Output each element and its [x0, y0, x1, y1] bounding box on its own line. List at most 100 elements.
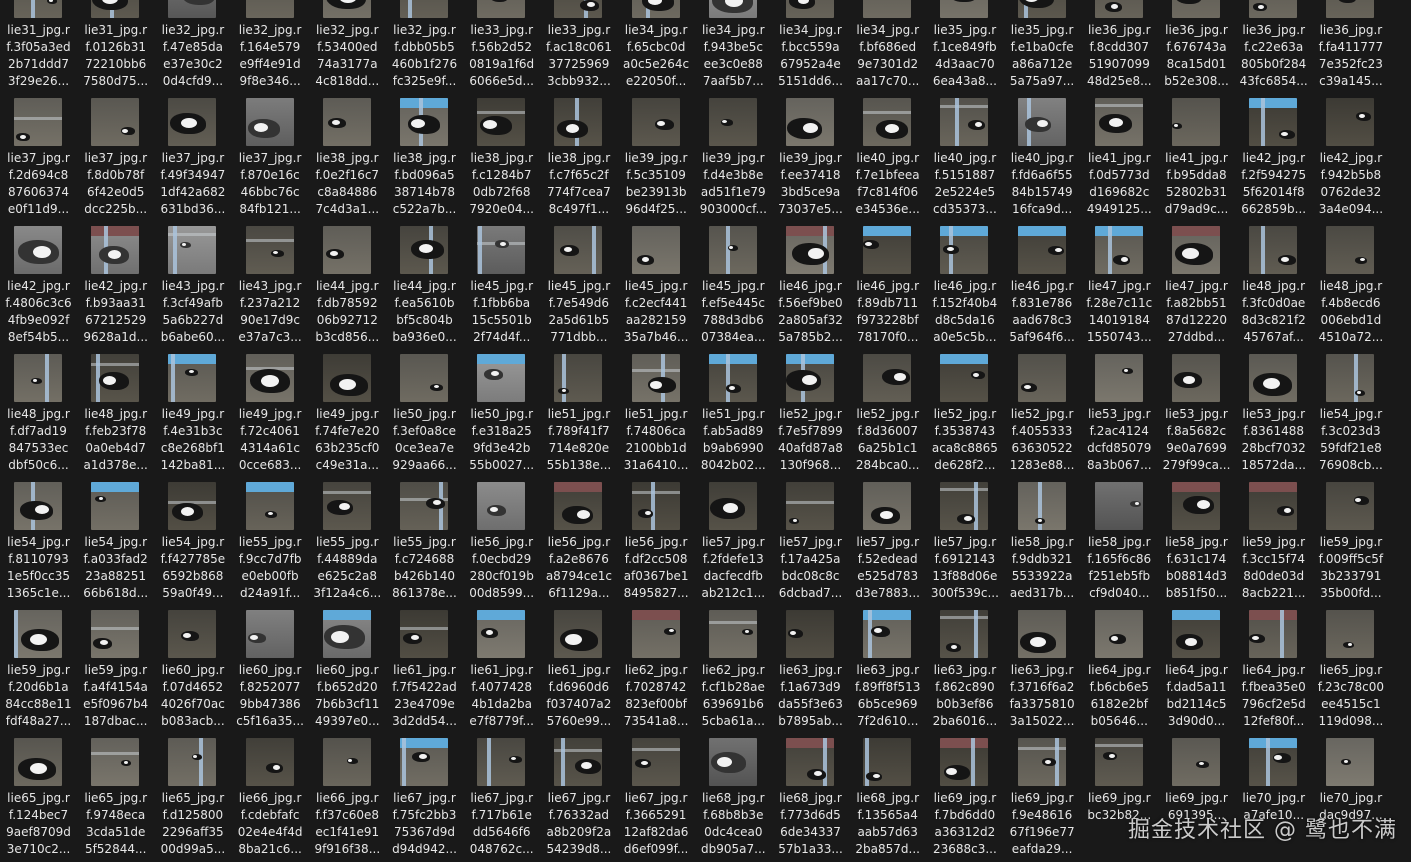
file-item[interactable]: lie39_jpg.r f.d4e3b8e ad51f1e79 903000cf...	[695, 90, 772, 218]
file-item[interactable]: lie60_jpg.r f.8252077 9bb47386 c5f16a35...	[232, 602, 309, 730]
file-item[interactable]: lie65_jpg.r f.124bec7 9aef8709d 3e710c2...	[0, 730, 77, 858]
file-item[interactable]: lie37_jpg.r f.2d694c8 87606374 e0f11d9...	[0, 90, 77, 218]
file-item[interactable]: lie57_jpg.r f.52edead e525d783 d3e7883...	[849, 474, 926, 602]
file-item[interactable]: lie52_jpg.r f.3538743 aca8c8865 de628f2...	[926, 346, 1003, 474]
file-item[interactable]: lie39_jpg.r f.ee37418 3bd5ce9a 73037e5...	[772, 90, 849, 218]
file-item[interactable]: lie58_jpg.r f.9ddb321 5533922a aed317b...	[1004, 474, 1081, 602]
file-item[interactable]: lie42_jpg.r f.942b5b8 0762de32 3a4e094...	[1312, 90, 1389, 218]
file-item[interactable]: lie57_jpg.r f.17a425a bdc08c8c 6dcbad7...	[772, 474, 849, 602]
file-item[interactable]: lie49_jpg.r f.74fe7e20 63b235cf0 c49e31a...	[309, 346, 386, 474]
file-item[interactable]: lie63_jpg.r f.1a673d9 da55f3e63 b7895ab...	[772, 602, 849, 730]
file-item[interactable]: lie41_jpg.r f.b95dda8 52802b31 d79ad9c...	[1158, 90, 1235, 218]
file-item[interactable]: lie54_jpg.r f.3c023d3 59fdf21e8 76908cb...	[1312, 346, 1389, 474]
file-item[interactable]: lie35_jpg.r f.1ce849fb 4d3aac70 6ea43a8...	[926, 0, 1003, 90]
file-item[interactable]: lie47_jpg.r f.28e7c11c 14019184 1550743...	[1081, 218, 1158, 346]
file-item[interactable]: lie63_jpg.r f.862c890 b0b3ef86 2ba6016...	[926, 602, 1003, 730]
file-item[interactable]: lie44_jpg.r f.db78592 06b92712 b3cd856...	[309, 218, 386, 346]
file-item[interactable]: lie33_jpg.r f.ac18c061 37725969 3cbb932...	[540, 0, 617, 90]
file-item[interactable]: lie46_jpg.r f.56ef9be0 2a805af32 5a785b2...	[772, 218, 849, 346]
file-item[interactable]: lie32_jpg.r f.dbb05b5 460b1f276 fc325e9f...	[386, 0, 463, 90]
file-item[interactable]: lie32_jpg.r f.53400ed 74a3177a 4c818dd...	[309, 0, 386, 90]
file-item[interactable]: lie67_jpg.r f.717b61e dd5646f6 048762c...	[463, 730, 540, 858]
file-item[interactable]: lie46_jpg.r f.831e786 aad678c3 5af964f6...	[1004, 218, 1081, 346]
file-item[interactable]: lie61_jpg.r f.d6960d6 f037407a2 5760e99...	[540, 602, 617, 730]
file-item[interactable]: lie66_jpg.r f.cdebfafc 02e4e4f4d 8ba21c6...	[232, 730, 309, 858]
file-item[interactable]: lie34_jpg.r f.bcc559a 67952a4e 5151dd6...	[772, 0, 849, 90]
file-item[interactable]: lie59_jpg.r f.20d6b1a 84cc88e11 fdf48a27...	[0, 602, 77, 730]
file-item[interactable]: lie54_jpg.r f.8110793 1e5f0cc35 1365c1e...	[0, 474, 77, 602]
file-item[interactable]: lie45_jpg.r f.c2ecf441 aa282159 35a7b46...	[618, 218, 695, 346]
file-item[interactable]: lie59_jpg.r f.a4f4154a e5f0967b4 187dbac...	[77, 602, 154, 730]
file-item[interactable]: lie34_jpg.r f.65cbc0d a0c5e264c e22050f...	[618, 0, 695, 90]
file-item[interactable]: lie38_jpg.r f.c1284b7 0db72f68 7920e04...	[463, 90, 540, 218]
file-item[interactable]: lie42_jpg.r f.b93aa31 67212529 9628a1d...	[77, 218, 154, 346]
file-item[interactable]: lie36_jpg.r f.8cdd307 51907099 48d25e8...	[1081, 0, 1158, 90]
file-item[interactable]: lie64_jpg.r f.dad5a11 bd2114c5 3d90d0...	[1158, 602, 1235, 730]
file-item[interactable]: lie43_jpg.r f.237a212 90e17d9c e37a7c3...	[232, 218, 309, 346]
file-item[interactable]: lie65_jpg.r f.9748eca 3cda51de 5f52844...	[77, 730, 154, 858]
file-item[interactable]: lie69_jpg.r f.9e48616 67f196e77 eafda29...	[1004, 730, 1081, 858]
file-item[interactable]: lie42_jpg.r f.4806c3c6 4fb9e092f 8ef54b5...	[0, 218, 77, 346]
file-item[interactable]: lie36_jpg.r f.fa411777 7e352fc23 c39a145...	[1312, 0, 1389, 90]
file-item[interactable]: lie65_jpg.r f.d125800 2296aff35 00d99a5...	[154, 730, 231, 858]
file-item[interactable]: lie54_jpg.r f.f427785e 6592b868 59a0f49...	[154, 474, 231, 602]
file-item[interactable]: lie53_jpg.r f.8a5682c 9e0a7699 279f99ca...	[1158, 346, 1235, 474]
file-item[interactable]: lie51_jpg.r f.789f41f7 714e820e 55b138e...	[540, 346, 617, 474]
file-item[interactable]: lie67_jpg.r f.76332ad a8b209f2a 54239d8...	[540, 730, 617, 858]
file-item[interactable]: lie49_jpg.r f.4e31b3c c8e268bf1 142ba81...	[154, 346, 231, 474]
file-item[interactable]: lie31_jpg.r f.3f05a3ed 2b71ddd7 3f29e26...	[0, 0, 77, 90]
file-item[interactable]: lie48_jpg.r f.4b8ecd6 006ebd1d 4510a72...	[1312, 218, 1389, 346]
file-item[interactable]: lie32_jpg.r f.164e579 e9ff4e91d 9f8e346...	[232, 0, 309, 90]
file-item[interactable]: lie40_jpg.r f.5151887 2e5224e5 cd35373...	[926, 90, 1003, 218]
file-item[interactable]: lie52_jpg.r f.4055333 63630522 1283e88...	[1004, 346, 1081, 474]
file-item[interactable]: lie68_jpg.r f.773d6d5 6de34337 57b1a33...	[772, 730, 849, 858]
file-item[interactable]: lie50_jpg.r f.3ef0a8ce 0ce3ea7e 929aa66...	[386, 346, 463, 474]
file-item[interactable]: lie56_jpg.r f.df2cc508 af0367be1 8495827...	[618, 474, 695, 602]
file-item[interactable]: lie38_jpg.r f.c7f65c2f 774f7cea7 8c497f1...	[540, 90, 617, 218]
file-item[interactable]: lie35_jpg.r f.e1ba0cfe a86a712e 5a75a97...	[1004, 0, 1081, 90]
file-item[interactable]: lie37_jpg.r f.8d0b78f 6f42e0d5 dcc225b...	[77, 90, 154, 218]
file-item[interactable]: lie45_jpg.r f.1fbb6ba 15c5501b 2f74d4f...	[463, 218, 540, 346]
file-item[interactable]: lie44_jpg.r f.ea5610b bf5c804b ba936e0...	[386, 218, 463, 346]
file-item[interactable]: lie64_jpg.r f.b6cb6e5 6182e2bf b05646...	[1081, 602, 1158, 730]
file-item[interactable]: lie39_jpg.r f.5c35109 be23913b 96d4f25...	[618, 90, 695, 218]
file-item[interactable]: lie55_jpg.r f.9cc7d7fb e0eb00fb d24a91f...	[232, 474, 309, 602]
file-item[interactable]: lie60_jpg.r f.b652d20 7b6b3cf11 49397e0...	[309, 602, 386, 730]
file-item[interactable]: lie33_jpg.r f.56b2d52 0819a1f6d 6066e5d...	[463, 0, 540, 90]
file-item[interactable]: lie66_jpg.r f.f37c60e8 ec1f41e91 9f916f38..…	[309, 730, 386, 858]
file-item[interactable]: lie36_jpg.r f.c22e63a 805b0f284 43fc6854...	[1235, 0, 1312, 90]
file-item[interactable]: lie50_jpg.r f.e318a25 9fd3e42b 55b0027...	[463, 346, 540, 474]
file-item[interactable]: lie52_jpg.r f.7e5f7899 40afd87a8 130f968...	[772, 346, 849, 474]
file-item[interactable]: lie58_jpg.r f.165f6c86 f251eb5fb cf9d040...	[1081, 474, 1158, 602]
file-item[interactable]: lie48_jpg.r f.df7ad19 847533ec dbf50c6...	[0, 346, 77, 474]
file-item[interactable]: lie51_jpg.r f.ab5ad89 b9ab6990 8042b02...	[695, 346, 772, 474]
file-item[interactable]: lie59_jpg.r f.009ff5c5f 3b233791 35b00fd...	[1312, 474, 1389, 602]
file-item[interactable]: lie53_jpg.r f.2ac4124 dcfd85079 8a3b067...	[1081, 346, 1158, 474]
file-item[interactable]: lie58_jpg.r f.631c174 b08814d3 b851f50...	[1158, 474, 1235, 602]
file-item[interactable]: lie68_jpg.r f.13565a4 aab57d63 2ba857d...	[849, 730, 926, 858]
file-item[interactable]: lie47_jpg.r f.a82bb51 87d12220 27ddbd...	[1158, 218, 1235, 346]
file-item[interactable]: lie62_jpg.r f.7028742 823ef00bf 73541a8...	[618, 602, 695, 730]
file-item[interactable]: lie37_jpg.r f.49f34947 1df42a682 631bd36...	[154, 90, 231, 218]
file-item[interactable]: lie40_jpg.r f.fd6a6f55 84b15749 16fca9d...	[1004, 90, 1081, 218]
file-item[interactable]: lie48_jpg.r f.feb23f78 0a0eb4d7 a1d378e...	[77, 346, 154, 474]
file-item[interactable]: lie48_jpg.r f.3fc0d0ae 8d3c821f2 45767af...	[1235, 218, 1312, 346]
file-item[interactable]: lie42_jpg.r f.2f594275 5f62014f8 662859b...	[1235, 90, 1312, 218]
file-item[interactable]: lie45_jpg.r f.ef5e445c 788d3db6 07384ea...	[695, 218, 772, 346]
file-item[interactable]: lie45_jpg.r f.7e549d6 2a5d61b5 771dbb...	[540, 218, 617, 346]
file-item[interactable]: lie57_jpg.r f.2fdefe13 dacfecdfb ab212c1...	[695, 474, 772, 602]
file-item[interactable]: lie41_jpg.r f.0d5773d d169682c 4949125...	[1081, 90, 1158, 218]
file-item[interactable]: lie34_jpg.r f.943be5c ee3c0e88 7aaf5b7...	[695, 0, 772, 90]
file-item[interactable]: lie55_jpg.r f.44889da e625c2a8 3f12a4c6...	[309, 474, 386, 602]
file-item[interactable]: lie43_jpg.r f.3cf49afb 5a6b227d b6abe60...	[154, 218, 231, 346]
file-item[interactable]: lie69_jpg.r f.7bd6dd0 a36312d2 23688c3...	[926, 730, 1003, 858]
file-item[interactable]: lie61_jpg.r f.7f5422ad 23e4709e 3d2dd54...	[386, 602, 463, 730]
file-item[interactable]: lie38_jpg.r f.bd096a5 38714b78 c522a7b...	[386, 90, 463, 218]
file-item[interactable]: lie32_jpg.r f.47e85da e37e30c2 0d4cfd9...	[154, 0, 231, 90]
file-item[interactable]: lie56_jpg.r f.0ecbd29 280cf019b 00d8599...	[463, 474, 540, 602]
file-item[interactable]: lie68_jpg.r f.68b8b3e 0dc4cea0 db905a7...	[695, 730, 772, 858]
file-item[interactable]: lie54_jpg.r f.a033fad2 23a88251 66b618d...	[77, 474, 154, 602]
file-item[interactable]: lie56_jpg.r f.a2e8676 a8794ce1c 6f1129a...	[540, 474, 617, 602]
file-item[interactable]: lie40_jpg.r f.7e1bfeea f7c814f06 e34536e...	[849, 90, 926, 218]
file-item[interactable]: lie65_jpg.r f.23c78c00 ee4515c1 119d098...	[1312, 602, 1389, 730]
